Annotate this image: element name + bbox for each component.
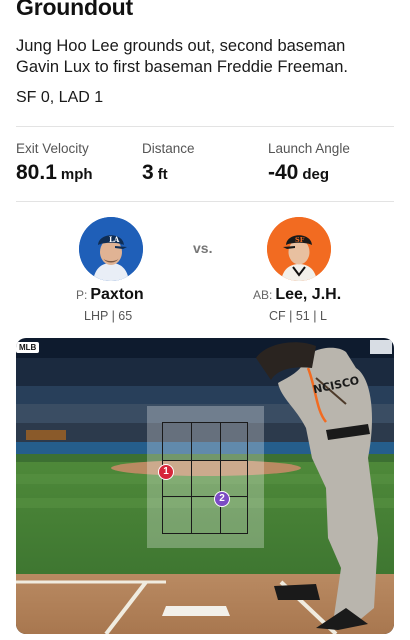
pitch-marker[interactable]: 2 [214,491,230,507]
stat-value: -40 deg [268,161,330,184]
pitch-marker[interactable]: 1 [158,464,174,480]
divider [16,201,394,202]
batter-name: AB: Lee, J.H. [253,286,342,303]
play-title: Groundout [16,0,133,20]
svg-text:SF: SF [295,236,305,244]
stat-label: Distance [142,141,195,156]
stat-value: 3 ft [142,161,168,184]
pitcher-avatar[interactable]: LA [79,217,143,281]
play-description: Jung Hoo Lee grounds out, second baseman… [16,37,348,76]
pitcher-info: LHP | 65 [84,309,133,323]
pitcher-name: P: Paxton [76,286,144,303]
game-score: SF 0, LAD 1 [16,89,104,106]
stat-distance: Distance 3 ft [142,141,195,185]
stat-launch-angle: Launch Angle -40 deg [268,141,350,185]
pitch-zone-view[interactable]: NCISCO MLB 1 2 [16,338,394,634]
stat-label: Launch Angle [268,141,350,156]
batter-avatar[interactable]: SF [267,217,331,281]
versus-label: vs. [193,240,213,256]
svg-text:LA: LA [109,235,120,244]
stat-exit-velocity: Exit Velocity 80.1 mph [16,141,93,185]
batter-info: CF | 51 | L [269,309,327,323]
stat-value: 80.1 mph [16,161,93,184]
stat-label: Exit Velocity [16,141,89,156]
strike-zone [162,422,248,534]
divider [16,126,394,127]
mlb-logo: MLB [16,342,40,353]
